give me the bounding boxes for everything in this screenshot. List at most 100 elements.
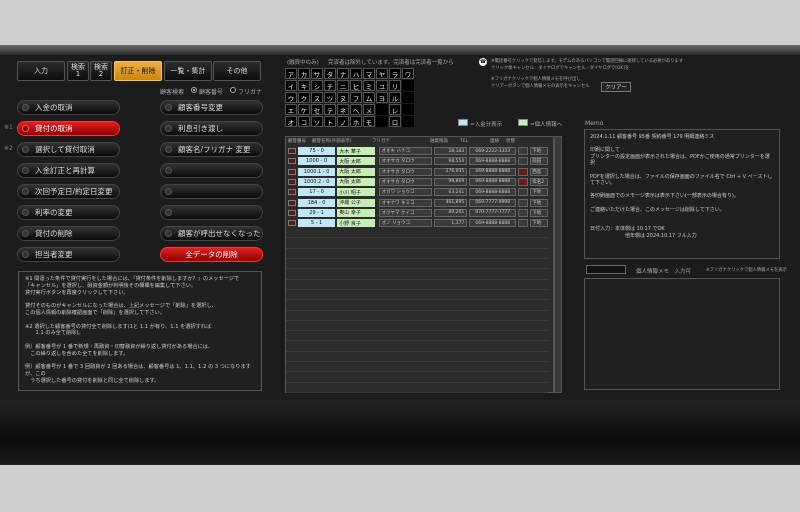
info-memo-field[interactable] [586,265,626,274]
table-row[interactable]: 5 - 1 小野 良子 オノ リョウコ 1,377 069-8888-8888 下地 [286,218,548,228]
kana-key[interactable]: サ [311,68,323,79]
right-button-7[interactable]: 全データの削除 [160,247,263,262]
left-button-6[interactable]: 貸付の削除 [17,226,120,241]
customer-id-cell[interactable]: 75 - 0 [297,147,336,155]
tel-cell[interactable]: 069-2222-3333 [469,147,517,155]
kana-key[interactable]: オ [285,116,297,127]
right-button-4[interactable] [160,184,263,199]
kana-key[interactable]: コ [298,116,310,127]
furigana-cell[interactable]: オクヤマ ケイコ [378,208,432,217]
kana-key[interactable]: ツ [324,92,336,103]
kana-key[interactable]: マ [363,68,375,79]
kana-key[interactable]: ヘ [350,104,362,115]
row-checkbox[interactable] [288,199,296,206]
tab-search-1[interactable]: 検索 1 [67,61,89,81]
tel-cell[interactable]: 069-8888-8888 [469,177,517,186]
table-row[interactable]: 29 - 1 奥山 幸子 オクヤマ ケイコ 89,201 070-7777-7777 下地 [286,208,548,218]
tab-correct-delete[interactable]: 訂正・削除 [114,61,162,81]
kana-key[interactable]: ナ [337,68,349,79]
right-button-5[interactable] [160,205,263,220]
kana-key[interactable]: テ [324,104,336,115]
kana-key[interactable]: イ [285,80,297,91]
memo-text[interactable]: 2024.1.11 顧客番号 95番 契約番号 179 明細連絡ミス 印刷に関し… [584,129,780,259]
row-checkbox[interactable] [288,158,296,165]
tab-search-2[interactable]: 検索 2 [90,61,112,81]
kana-key[interactable]: セ [311,104,323,115]
tel-cell[interactable]: 069-7777-9999 [469,198,517,207]
tel-cell[interactable]: 069-8888-8888 [469,167,517,176]
right-button-2[interactable]: 顧客名/フリガナ 変更 [160,142,263,157]
kana-key[interactable]: カ [298,68,310,79]
kana-key[interactable]: ス [311,92,323,103]
tel-cell[interactable]: 069-8888-8888 [469,157,517,166]
furigana-cell[interactable]: オキナワ キミコ [378,198,432,207]
kana-key[interactable]: ヒ [350,80,362,91]
customer-name-cell[interactable]: 大阪 太郎 [337,177,375,186]
left-button-4[interactable]: 次回予定日/約定日変更 [17,184,120,199]
kana-key[interactable]: ク [298,92,310,103]
table-row[interactable]: 1000 - 0 大阪 太郎 オオサカ タロウ 98,554 069-8888-8888… [286,156,548,166]
customer-id-cell[interactable]: 184 - 0 [297,198,336,207]
customer-id-cell[interactable]: 29 - 1 [297,208,336,217]
radio-furigana[interactable] [230,87,236,93]
left-button-3[interactable]: 入金訂正と再計算 [17,163,120,178]
customer-name-cell[interactable]: 大木 華子 [337,147,375,155]
kana-key[interactable]: ア [285,68,297,79]
customer-name-cell[interactable]: 沖縄 公子 [337,198,375,207]
kana-key[interactable]: ノ [337,116,349,127]
row-checkbox[interactable] [288,168,296,175]
kana-key[interactable]: エ [285,104,297,115]
kana-key[interactable]: ロ [389,116,401,127]
kana-key[interactable]: ヤ [376,68,388,79]
kana-key[interactable]: ニ [337,80,349,91]
kana-key[interactable]: チ [324,80,336,91]
kana-key[interactable]: メ [363,104,375,115]
left-button-0[interactable]: 入金の取消 [17,100,120,115]
radio-customer-number[interactable] [191,87,197,93]
row-checkbox[interactable] [288,148,296,154]
kana-key[interactable]: ソ [311,116,323,127]
customer-name-cell[interactable]: 小野 良子 [337,219,375,228]
tab-other[interactable]: その他 [213,61,261,81]
kana-key[interactable]: ケ [298,104,310,115]
row-checkbox[interactable] [288,189,296,196]
table-row[interactable]: 75 - 0 大木 華子 オオキ ハナコ 18,183 069-2222-3333 下地 [286,146,548,156]
furigana-cell[interactable]: オオキ ハナコ [378,147,432,155]
kana-key[interactable]: ワ [402,68,414,79]
furigana-cell[interactable]: オオサカ タロウ [378,177,432,186]
customer-id-cell[interactable]: 5 - 1 [297,219,336,228]
table-row[interactable]: 17 - 0 小川 昭子 オガワ ショウコ 63,241 069-8888-8888 下地 [286,187,548,197]
right-button-6[interactable]: 顧客が呼出せなくなった [160,226,263,241]
furigana-cell[interactable]: オガワ ショウコ [378,188,432,197]
right-button-1[interactable]: 利息引き渡し [160,121,263,136]
customer-name-cell[interactable]: 大阪 太郎 [337,167,375,176]
customer-name-cell[interactable]: 奥山 幸子 [337,208,375,217]
kana-key[interactable]: キ [298,80,310,91]
kana-key[interactable]: ト [324,116,336,127]
kana-key[interactable]: モ [363,116,375,127]
kana-key[interactable]: ヌ [337,92,349,103]
left-button-5[interactable]: 利率の変更 [17,205,120,220]
left-button-7[interactable]: 担当者変更 [17,247,120,262]
clear-button[interactable]: クリアー [601,82,631,92]
kana-key[interactable]: リ [389,80,401,91]
right-button-3[interactable] [160,163,263,178]
customer-id-cell[interactable]: 17 - 0 [297,188,336,197]
info-memo-text[interactable] [584,278,780,390]
left-button-2[interactable]: 選択して貸付取消 [17,142,120,157]
right-button-0[interactable]: 顧客番号変更 [160,100,263,115]
customer-id-cell[interactable]: 1000 - 0 [297,157,336,166]
table-scrollbar[interactable] [554,136,562,393]
kana-key[interactable]: タ [324,68,336,79]
row-checkbox[interactable] [288,209,296,216]
tab-input[interactable]: 入力 [17,61,65,81]
furigana-cell[interactable]: オオサカ タロウ [378,157,432,166]
kana-key[interactable]: ユ [376,80,388,91]
kana-key[interactable]: ヨ [376,92,388,103]
table-row[interactable]: 1000.2 - 0 大阪 太郎 オオサカ タロウ 99,869 069-8888-88… [286,177,548,187]
kana-key[interactable]: ミ [363,80,375,91]
kana-key[interactable]: ラ [389,68,401,79]
row-checkbox[interactable] [288,220,296,227]
kana-key[interactable]: ホ [350,116,362,127]
customer-id-cell[interactable]: 1000.1 - 0 [297,167,336,176]
